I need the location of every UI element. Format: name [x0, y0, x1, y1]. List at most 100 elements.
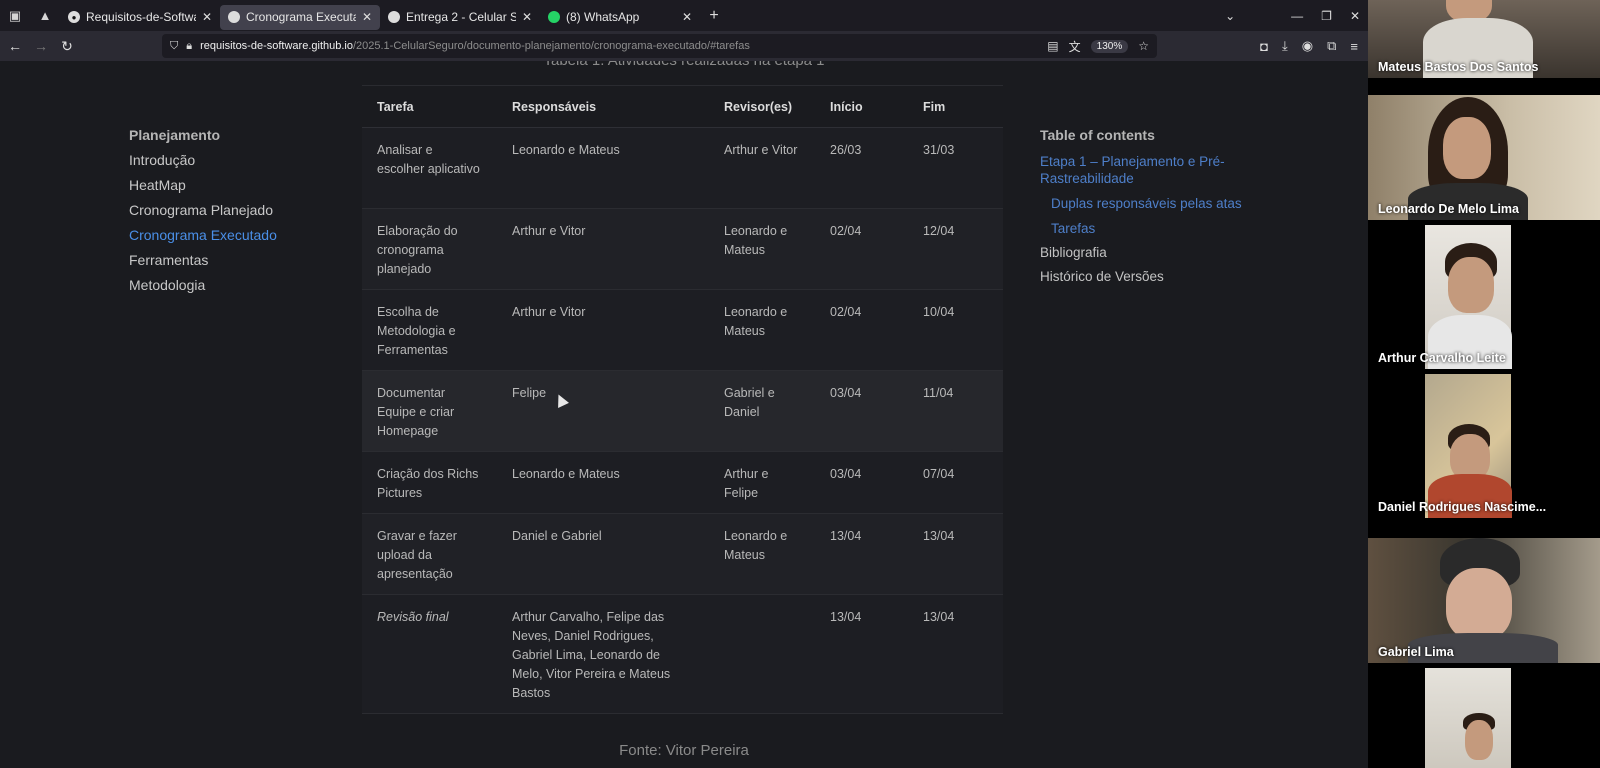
- table-cell: Arthur Carvalho, Felipe das Neves, Danie…: [497, 594, 709, 714]
- table-cell: 13/04: [908, 594, 1003, 714]
- url-host: requisitos-de-software.github.io: [200, 40, 353, 52]
- table-cell: 02/04: [815, 289, 908, 371]
- lock-icon[interactable]: 🔒︎: [186, 40, 192, 53]
- table-cell: Gravar e fazer upload da apresentação: [362, 513, 497, 595]
- table-cell: Gabriel e Daniel: [709, 370, 815, 452]
- account-icon[interactable]: ◉: [1302, 38, 1313, 54]
- table-cell: Felipe: [497, 370, 709, 452]
- toc-title: Table of contents: [1040, 127, 1155, 143]
- close-icon[interactable]: ✕: [522, 10, 532, 24]
- tab-overview-icon[interactable]: ▣: [0, 0, 30, 31]
- toc-link-duplas[interactable]: Duplas responsáveis pelas atas: [1051, 195, 1250, 212]
- table-cell: 13/04: [815, 513, 908, 595]
- table-row: Revisão final Arthur Carvalho, Felipe da…: [362, 594, 1003, 714]
- sidebar-item-ferramentas[interactable]: Ferramentas: [129, 252, 339, 277]
- list-tabs-icon[interactable]: ⌄: [1225, 9, 1235, 23]
- table-cell: Arthur e Felipe: [709, 451, 815, 514]
- pinned-tab-icon[interactable]: ▲: [30, 0, 60, 31]
- tab-bar: ▣ ▲ ● Requisitos-de-Software/2 ✕ Cronogr…: [0, 0, 1368, 31]
- close-icon[interactable]: ✕: [362, 10, 372, 24]
- column-header: Início: [815, 85, 908, 128]
- table-cell: Arthur e Vitor: [497, 289, 709, 371]
- toc-link-bibliografia[interactable]: Bibliografia: [1040, 245, 1250, 260]
- participant-tile[interactable]: Mateus Bastos Dos Santos: [1368, 0, 1600, 78]
- table-caption: Tabela 1. Atividades realizadas na etapa…: [0, 61, 1368, 69]
- shield-icon[interactable]: ⛉: [170, 40, 178, 53]
- extensions-icon[interactable]: ⧉: [1327, 38, 1336, 54]
- activities-table: Tarefa Responsáveis Revisor(es) Início F…: [362, 85, 1003, 714]
- table-cell: Leonardo e Mateus: [497, 127, 709, 209]
- translate-icon[interactable]: 文: [1069, 38, 1081, 55]
- toc-link-etapa-1[interactable]: Etapa 1 – Planejamento e Pré-Rastreabili…: [1040, 153, 1250, 187]
- tab-requisitos[interactable]: ● Requisitos-de-Software/2 ✕: [60, 5, 220, 30]
- table-source: Fonte: Vitor Pereira: [619, 742, 749, 759]
- participant-name: Leonardo De Melo Lima: [1378, 202, 1519, 216]
- minimize-icon[interactable]: —: [1291, 9, 1303, 23]
- table-row: Documentar Equipe e criar Homepage Felip…: [362, 370, 1003, 452]
- table-cell: 07/04: [908, 451, 1003, 514]
- participant-tile[interactable]: Daniel Rodrigues Nascime...: [1368, 374, 1600, 518]
- table-row: Escolha de Metodologia e Ferramentas Art…: [362, 289, 1003, 371]
- zoom-level[interactable]: 130%: [1090, 39, 1129, 53]
- forward-icon[interactable]: →: [28, 38, 54, 54]
- participant-tile[interactable]: Gabriel Lima: [1368, 538, 1600, 663]
- table-cell: 02/04: [815, 208, 908, 290]
- participant-name: Mateus Bastos Dos Santos: [1378, 60, 1539, 74]
- back-icon[interactable]: ←: [2, 38, 28, 54]
- video-call-panel: Mateus Bastos Dos Santos Leonardo De Mel…: [1368, 0, 1600, 768]
- table-cell: Daniel e Gabriel: [497, 513, 709, 595]
- sidebar-item-cronograma-executado[interactable]: Cronograma Executado: [129, 227, 339, 252]
- left-sidebar: Planejamento Introdução HeatMap Cronogra…: [129, 127, 339, 302]
- participant-name: Daniel Rodrigues Nascime...: [1378, 500, 1547, 514]
- sidebar-item-heatmap[interactable]: HeatMap: [129, 177, 339, 202]
- tab-cronograma[interactable]: Cronograma Executado - ✕: [220, 4, 380, 30]
- tab-title: Cronograma Executado -: [246, 10, 356, 24]
- menu-icon[interactable]: ≡: [1350, 39, 1358, 54]
- page-icon: [388, 11, 400, 23]
- pocket-icon[interactable]: ◘: [1260, 39, 1268, 54]
- table-cell: 10/04: [908, 289, 1003, 371]
- new-tab-button[interactable]: +: [700, 7, 728, 25]
- table-cell: Arthur e Vitor: [709, 127, 815, 209]
- close-icon[interactable]: ✕: [682, 10, 692, 24]
- table-cell: 13/04: [908, 513, 1003, 595]
- page-icon: [228, 11, 240, 23]
- table-row: Elaboração do cronograma planejado Arthu…: [362, 208, 1003, 290]
- table-cell: Documentar Equipe e criar Homepage: [362, 370, 497, 452]
- table-row: Criação dos Richs Pictures Leonardo e Ma…: [362, 451, 1003, 514]
- participant-name: Gabriel Lima: [1378, 645, 1454, 659]
- table-cell: 03/04: [815, 451, 908, 514]
- reload-icon[interactable]: ↻: [54, 38, 80, 55]
- table-row: Analisar e escolher aplicativo Leonardo …: [362, 127, 1003, 209]
- table-cell: 03/04: [815, 370, 908, 452]
- table-cell: 11/04: [908, 370, 1003, 452]
- tab-title: (8) WhatsApp: [566, 10, 640, 24]
- url-bar[interactable]: ⛉ 🔒︎ requisitos-de-software.github.io/20…: [162, 34, 1157, 58]
- table-cell: Arthur e Vitor: [497, 208, 709, 290]
- participant-tile[interactable]: Leonardo De Melo Lima: [1368, 95, 1600, 220]
- sidebar-item-cronograma-planejado[interactable]: Cronograma Planejado: [129, 202, 339, 227]
- window-controls: ⌄ — ❐ ✕: [1225, 0, 1360, 31]
- table-cell: Escolha de Metodologia e Ferramentas: [362, 289, 497, 371]
- table-cell: Leonardo e Mateus: [497, 451, 709, 514]
- page-content: Tabela 1. Atividades realizadas na etapa…: [0, 61, 1368, 768]
- sidebar-item-metodologia[interactable]: Metodologia: [129, 277, 339, 302]
- sidebar-item-introducao[interactable]: Introdução: [129, 152, 339, 177]
- downloads-icon[interactable]: ⤓: [1282, 38, 1288, 54]
- table-cell: Analisar e escolher aplicativo: [362, 127, 497, 209]
- participant-tile[interactable]: Arthur Carvalho Leite: [1368, 225, 1600, 369]
- reader-view-icon[interactable]: ▤: [1047, 39, 1058, 53]
- tab-whatsapp[interactable]: (8) WhatsApp ✕: [540, 5, 700, 30]
- toc-link-historico[interactable]: Histórico de Versões: [1040, 269, 1250, 284]
- toolbar-right: ◘ ⤓ ◉ ⧉ ≡: [1260, 31, 1358, 61]
- nav-bar: ← → ↻ ⛉ 🔒︎ requisitos-de-software.github…: [0, 31, 1368, 61]
- participant-tile[interactable]: [1368, 668, 1600, 768]
- close-window-icon[interactable]: ✕: [1350, 9, 1360, 23]
- bookmark-star-icon[interactable]: ☆: [1138, 39, 1149, 53]
- tab-entrega[interactable]: Entrega 2 - Celular Segur ✕: [380, 5, 540, 30]
- close-icon[interactable]: ✕: [202, 10, 212, 24]
- table-cell: 13/04: [815, 594, 908, 714]
- restore-icon[interactable]: ❐: [1321, 9, 1332, 23]
- toc-link-tarefas[interactable]: Tarefas: [1051, 220, 1250, 237]
- table-of-contents: Table of contents Etapa 1 – Planejamento…: [1040, 127, 1250, 293]
